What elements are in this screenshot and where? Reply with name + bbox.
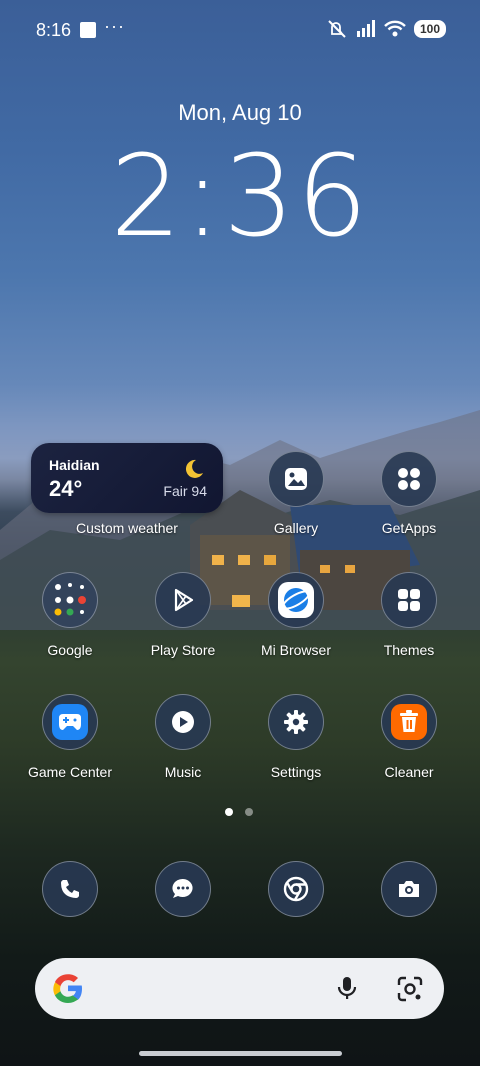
mute-icon: [328, 20, 346, 38]
status-time: 8:16: [36, 20, 72, 40]
wifi-icon: [384, 20, 406, 37]
music-icon: [172, 711, 194, 733]
phone-icon: [61, 880, 79, 898]
status-bar: 8:16 ··· 100: [0, 0, 480, 60]
game-center-app[interactable]: [42, 694, 98, 750]
lockscreen-clock[interactable]: 2:36: [0, 132, 480, 262]
cleaner-label: Cleaner: [384, 764, 434, 780]
page-indicator: [225, 808, 253, 816]
mi-browser-icon: [278, 582, 314, 618]
settings-app[interactable]: [268, 694, 324, 750]
google-lens-icon[interactable]: [395, 974, 425, 1004]
getapps-app[interactable]: [381, 451, 437, 507]
gallery-app[interactable]: [268, 451, 324, 507]
google-label: Google: [47, 642, 93, 658]
chrome-icon: [283, 876, 309, 902]
themes-icon: [398, 589, 420, 611]
themes-label: Themes: [383, 642, 435, 658]
settings-label: Settings: [270, 764, 322, 780]
play-store-app[interactable]: [155, 572, 211, 628]
music-label: Music: [164, 764, 202, 780]
lockscreen-date: Mon, Aug 10: [178, 100, 302, 125]
battery-indicator: 100: [413, 20, 446, 38]
weather-condition: Fair 94: [163, 483, 207, 499]
signal-icon: [356, 20, 375, 37]
music-app[interactable]: [155, 694, 211, 750]
weather-widget-label: Custom weather: [76, 520, 178, 536]
cleaner-app[interactable]: [381, 694, 437, 750]
google-logo-icon: [53, 974, 82, 1003]
microphone-icon[interactable]: [333, 974, 361, 1002]
messages-icon: [172, 878, 193, 898]
gesture-navigation-bar[interactable]: [139, 1051, 342, 1056]
mi-browser-label: Mi Browser: [260, 642, 331, 658]
page-dot-1[interactable]: [225, 808, 233, 816]
camera-app[interactable]: [381, 861, 437, 917]
google-search-bar[interactable]: [35, 958, 444, 1019]
camera-icon: [399, 881, 419, 897]
page-dot-2[interactable]: [245, 808, 253, 816]
phone-app[interactable]: [42, 861, 98, 917]
getapps-icon: [398, 468, 420, 490]
themes-app[interactable]: [381, 572, 437, 628]
gallery-label: Gallery: [273, 520, 319, 536]
more-notifications-icon: ···: [104, 16, 125, 36]
google-folder[interactable]: [42, 572, 98, 628]
chrome-app[interactable]: [268, 861, 324, 917]
messages-app[interactable]: [155, 861, 211, 917]
mi-browser-app[interactable]: [268, 572, 324, 628]
notification-icon: [80, 22, 96, 38]
google-folder-icon: [54, 583, 86, 616]
getapps-label: GetApps: [381, 520, 437, 536]
gear-icon: [284, 710, 308, 734]
weather-city: Haidian: [49, 457, 100, 473]
game-center-icon: [52, 704, 88, 740]
play-store-icon: [174, 588, 194, 612]
play-store-label: Play Store: [150, 642, 216, 658]
moon-icon: [185, 459, 203, 478]
game-center-label: Game Center: [27, 764, 113, 780]
cleaner-icon: [391, 704, 427, 740]
weather-temperature: 24°: [49, 476, 83, 501]
weather-widget[interactable]: Haidian 24° Fair 94: [31, 443, 223, 513]
gallery-icon: [285, 468, 307, 490]
